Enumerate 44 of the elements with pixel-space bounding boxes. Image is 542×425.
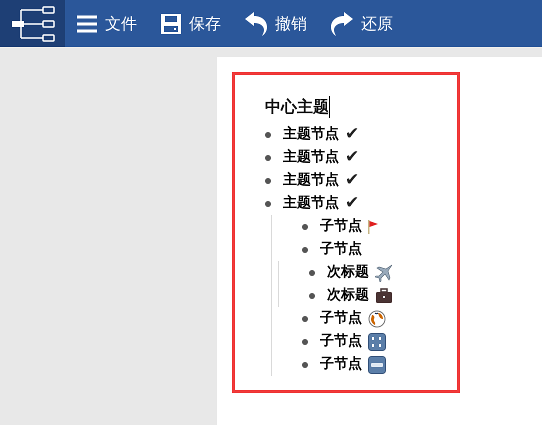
flag-icon	[368, 220, 378, 234]
toolbar-button[interactable]: 还原	[319, 0, 405, 47]
save-icon	[161, 14, 181, 34]
topic-text[interactable]: 主题节点	[283, 124, 339, 145]
topic-text[interactable]: 主题节点	[283, 193, 339, 214]
briefcase-icon	[375, 288, 393, 304]
check-mark: ✔	[345, 122, 360, 146]
menu-icon	[77, 14, 97, 32]
globe-icon	[368, 310, 386, 328]
bullet-icon	[302, 246, 308, 252]
toolbar-button[interactable]: 文件	[65, 0, 149, 47]
subtopic-text[interactable]: 子节点	[320, 239, 362, 260]
toolbar-button[interactable]: 撤销	[233, 0, 319, 47]
toolbar-button[interactable]: 保存	[149, 0, 233, 47]
bullet-icon	[302, 338, 308, 344]
bullet-icon	[302, 224, 308, 230]
bullet-icon	[309, 270, 315, 276]
check-mark: ✔	[345, 168, 360, 192]
check-mark: ✔	[345, 146, 360, 169]
mind-map-icon	[10, 6, 54, 42]
central-topic[interactable]: 中心主题	[265, 95, 329, 119]
redo-icon	[331, 12, 353, 36]
subtopic-text[interactable]: 子节点	[320, 308, 362, 329]
bullet-icon	[309, 292, 315, 298]
subtopic-text[interactable]: 次标题	[327, 262, 369, 283]
bullet-icon	[302, 316, 308, 322]
topic-text[interactable]: 主题节点	[283, 170, 339, 191]
subtopic-text[interactable]: 次标题	[327, 285, 369, 306]
bullet-icon	[265, 200, 271, 206]
bullet-icon	[265, 178, 271, 184]
text-cursor	[329, 96, 330, 118]
topic-text[interactable]: 主题节点	[283, 147, 339, 168]
bullet-icon	[265, 132, 271, 138]
subtopic-text[interactable]: 子节点	[320, 216, 362, 237]
check-mark: ✔	[345, 192, 360, 215]
app-logo[interactable]	[0, 0, 65, 47]
undo-icon	[245, 12, 267, 36]
bullet-icon	[265, 154, 271, 160]
subtopic-text[interactable]: 子节点	[320, 354, 362, 375]
number-keys-icon	[368, 332, 386, 350]
airplane-icon	[375, 264, 393, 282]
letter-keys-icon	[368, 356, 386, 374]
bullet-icon	[302, 362, 308, 368]
subtopic-text[interactable]: 子节点	[320, 331, 362, 352]
